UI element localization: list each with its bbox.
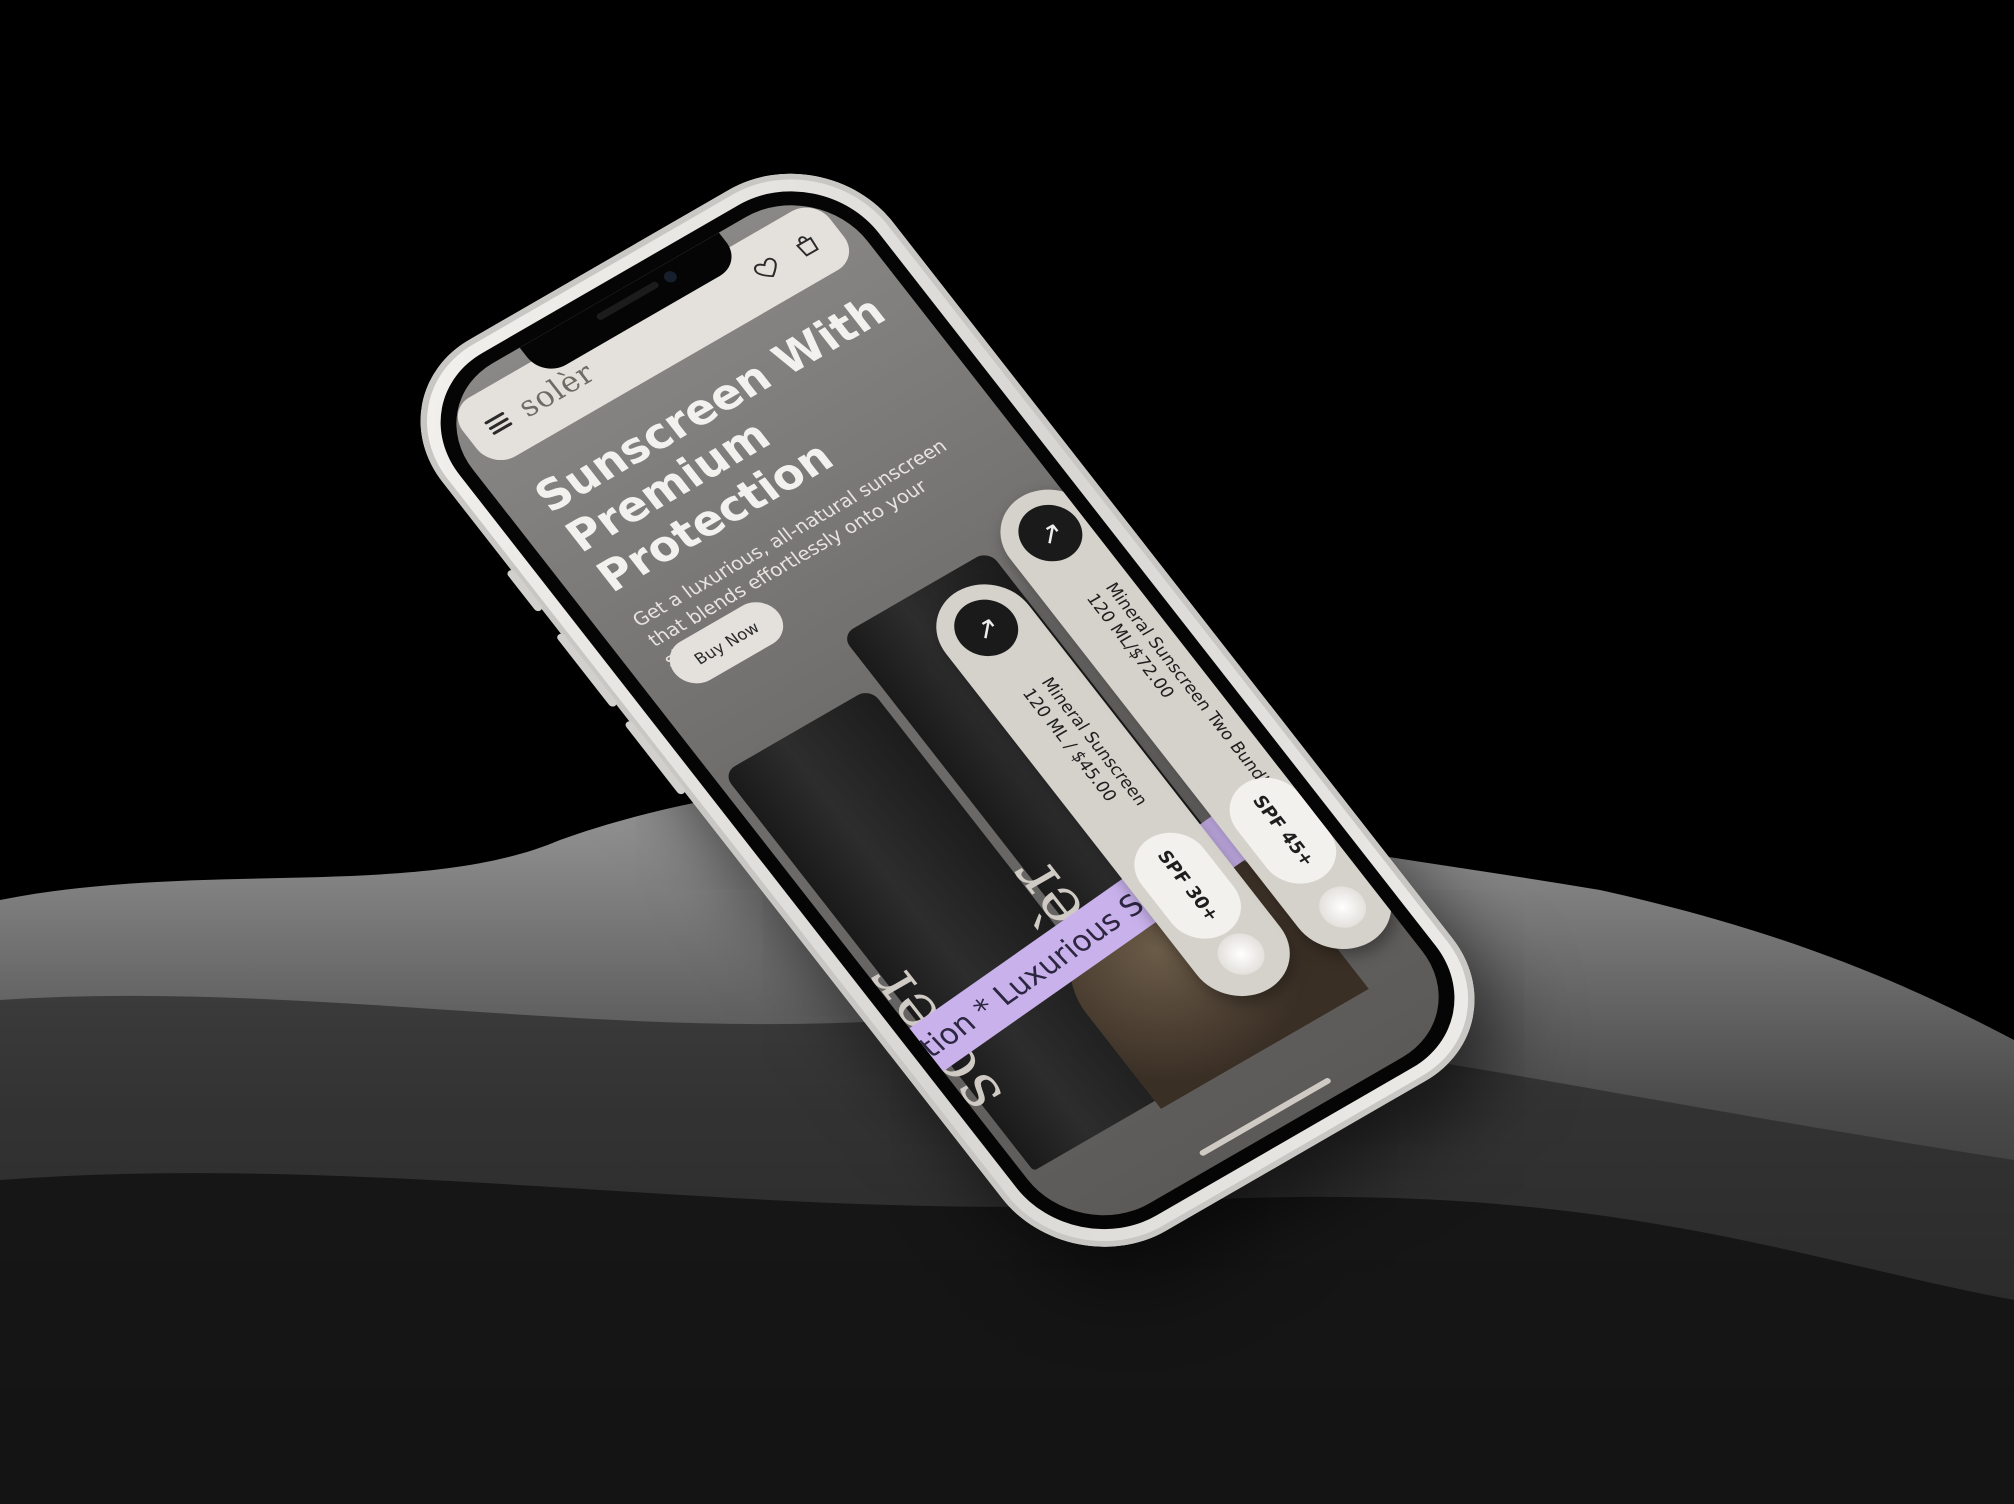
hamburger-icon[interactable]	[483, 411, 513, 436]
heart-icon[interactable]	[748, 252, 787, 286]
arrow-up-right-icon[interactable]: ↗	[1005, 494, 1096, 572]
mockup-scene: solèr solèr solèr Sunscreen W	[0, 0, 2014, 1504]
topbar-actions	[748, 229, 827, 286]
arrow-up-right-icon[interactable]: ↗	[941, 589, 1031, 667]
home-indicator	[1198, 1076, 1333, 1157]
cream-swatch-icon	[1309, 878, 1376, 936]
speaker	[595, 280, 661, 322]
camera	[661, 268, 680, 285]
shopping-bag-icon[interactable]	[787, 229, 826, 263]
